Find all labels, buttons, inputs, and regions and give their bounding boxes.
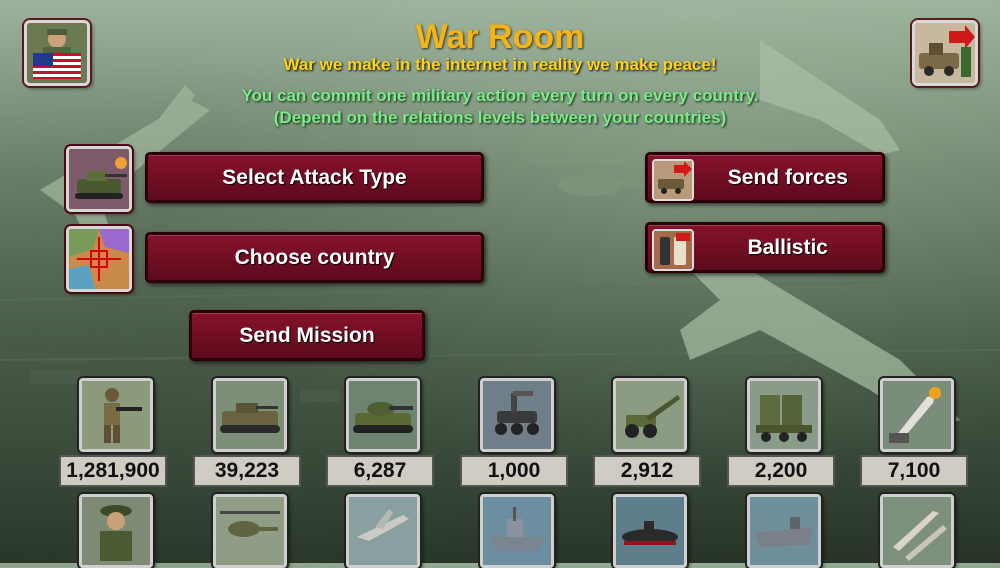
ballistic-label: Ballistic [747, 235, 828, 259]
send-forces-label: Send forces [727, 165, 848, 189]
unit-count-tank: 6,287 [326, 455, 434, 487]
unit-general-button[interactable] [79, 494, 153, 568]
unit-tank-button[interactable] [346, 378, 420, 452]
submarine-icon [616, 497, 684, 565]
unit-missiles-button[interactable] [880, 494, 954, 568]
info-text-line1: You can commit one military action every… [241, 86, 759, 105]
attack-helicopter-icon [216, 497, 284, 565]
unit-infantry-button[interactable] [79, 378, 153, 452]
warship-icon [483, 497, 551, 565]
send-forces-button[interactable]: Send forces [645, 152, 885, 203]
artillery-cannon-icon [616, 381, 684, 449]
unit-helicopter-button[interactable] [213, 494, 287, 568]
general-officer-icon [82, 497, 150, 565]
ballistic-missile-icon [883, 381, 951, 449]
map-target-icon [69, 229, 129, 289]
choose-country-button[interactable]: Choose country [145, 232, 484, 283]
unit-warship-button[interactable] [480, 494, 554, 568]
ballistic-icon [652, 229, 694, 271]
unit-count-artillery: 2,912 [593, 455, 701, 487]
country-map-icon-button[interactable] [66, 226, 132, 292]
unit-count-ballistic-missile: 7,100 [860, 455, 968, 487]
unit-fighter-jet-button[interactable] [346, 494, 420, 568]
unit-submarine-button[interactable] [613, 494, 687, 568]
unit-artillery-button[interactable] [613, 378, 687, 452]
unit-robot-button[interactable] [480, 378, 554, 452]
armored-vehicle-icon [216, 381, 284, 449]
unit-armored-vehicle-button[interactable] [213, 378, 287, 452]
tank-firing-icon [69, 149, 129, 209]
missile-launcher-truck-icon [750, 381, 818, 449]
unit-count-robot: 1,000 [460, 455, 568, 487]
unit-count-armored-vehicle: 39,223 [193, 455, 301, 487]
page-subtitle: War we make in the internet in reality w… [283, 55, 717, 74]
aircraft-carrier-icon [750, 497, 818, 565]
ballistic-button[interactable]: Ballistic [645, 222, 885, 273]
page-title: War Room [415, 18, 585, 56]
tank-icon [349, 381, 417, 449]
fighter-jet-icon [349, 497, 417, 565]
info-text-line2: (Depend on the relations levels between … [273, 108, 727, 127]
unit-missile-launcher-button[interactable] [747, 378, 821, 452]
attack-type-icon-button[interactable] [66, 146, 132, 212]
send-forces-icon [652, 159, 694, 201]
select-attack-type-button[interactable]: Select Attack Type [145, 152, 484, 203]
unit-count-infantry: 1,281,900 [59, 455, 167, 487]
missiles-icon [883, 497, 951, 565]
send-mission-button[interactable]: Send Mission [189, 310, 425, 361]
unit-count-missile-launcher: 2,200 [727, 455, 835, 487]
unit-aircraft-carrier-button[interactable] [747, 494, 821, 568]
robot-vehicle-icon [483, 381, 551, 449]
unit-ballistic-missile-button[interactable] [880, 378, 954, 452]
infantry-soldier-icon [82, 381, 150, 449]
